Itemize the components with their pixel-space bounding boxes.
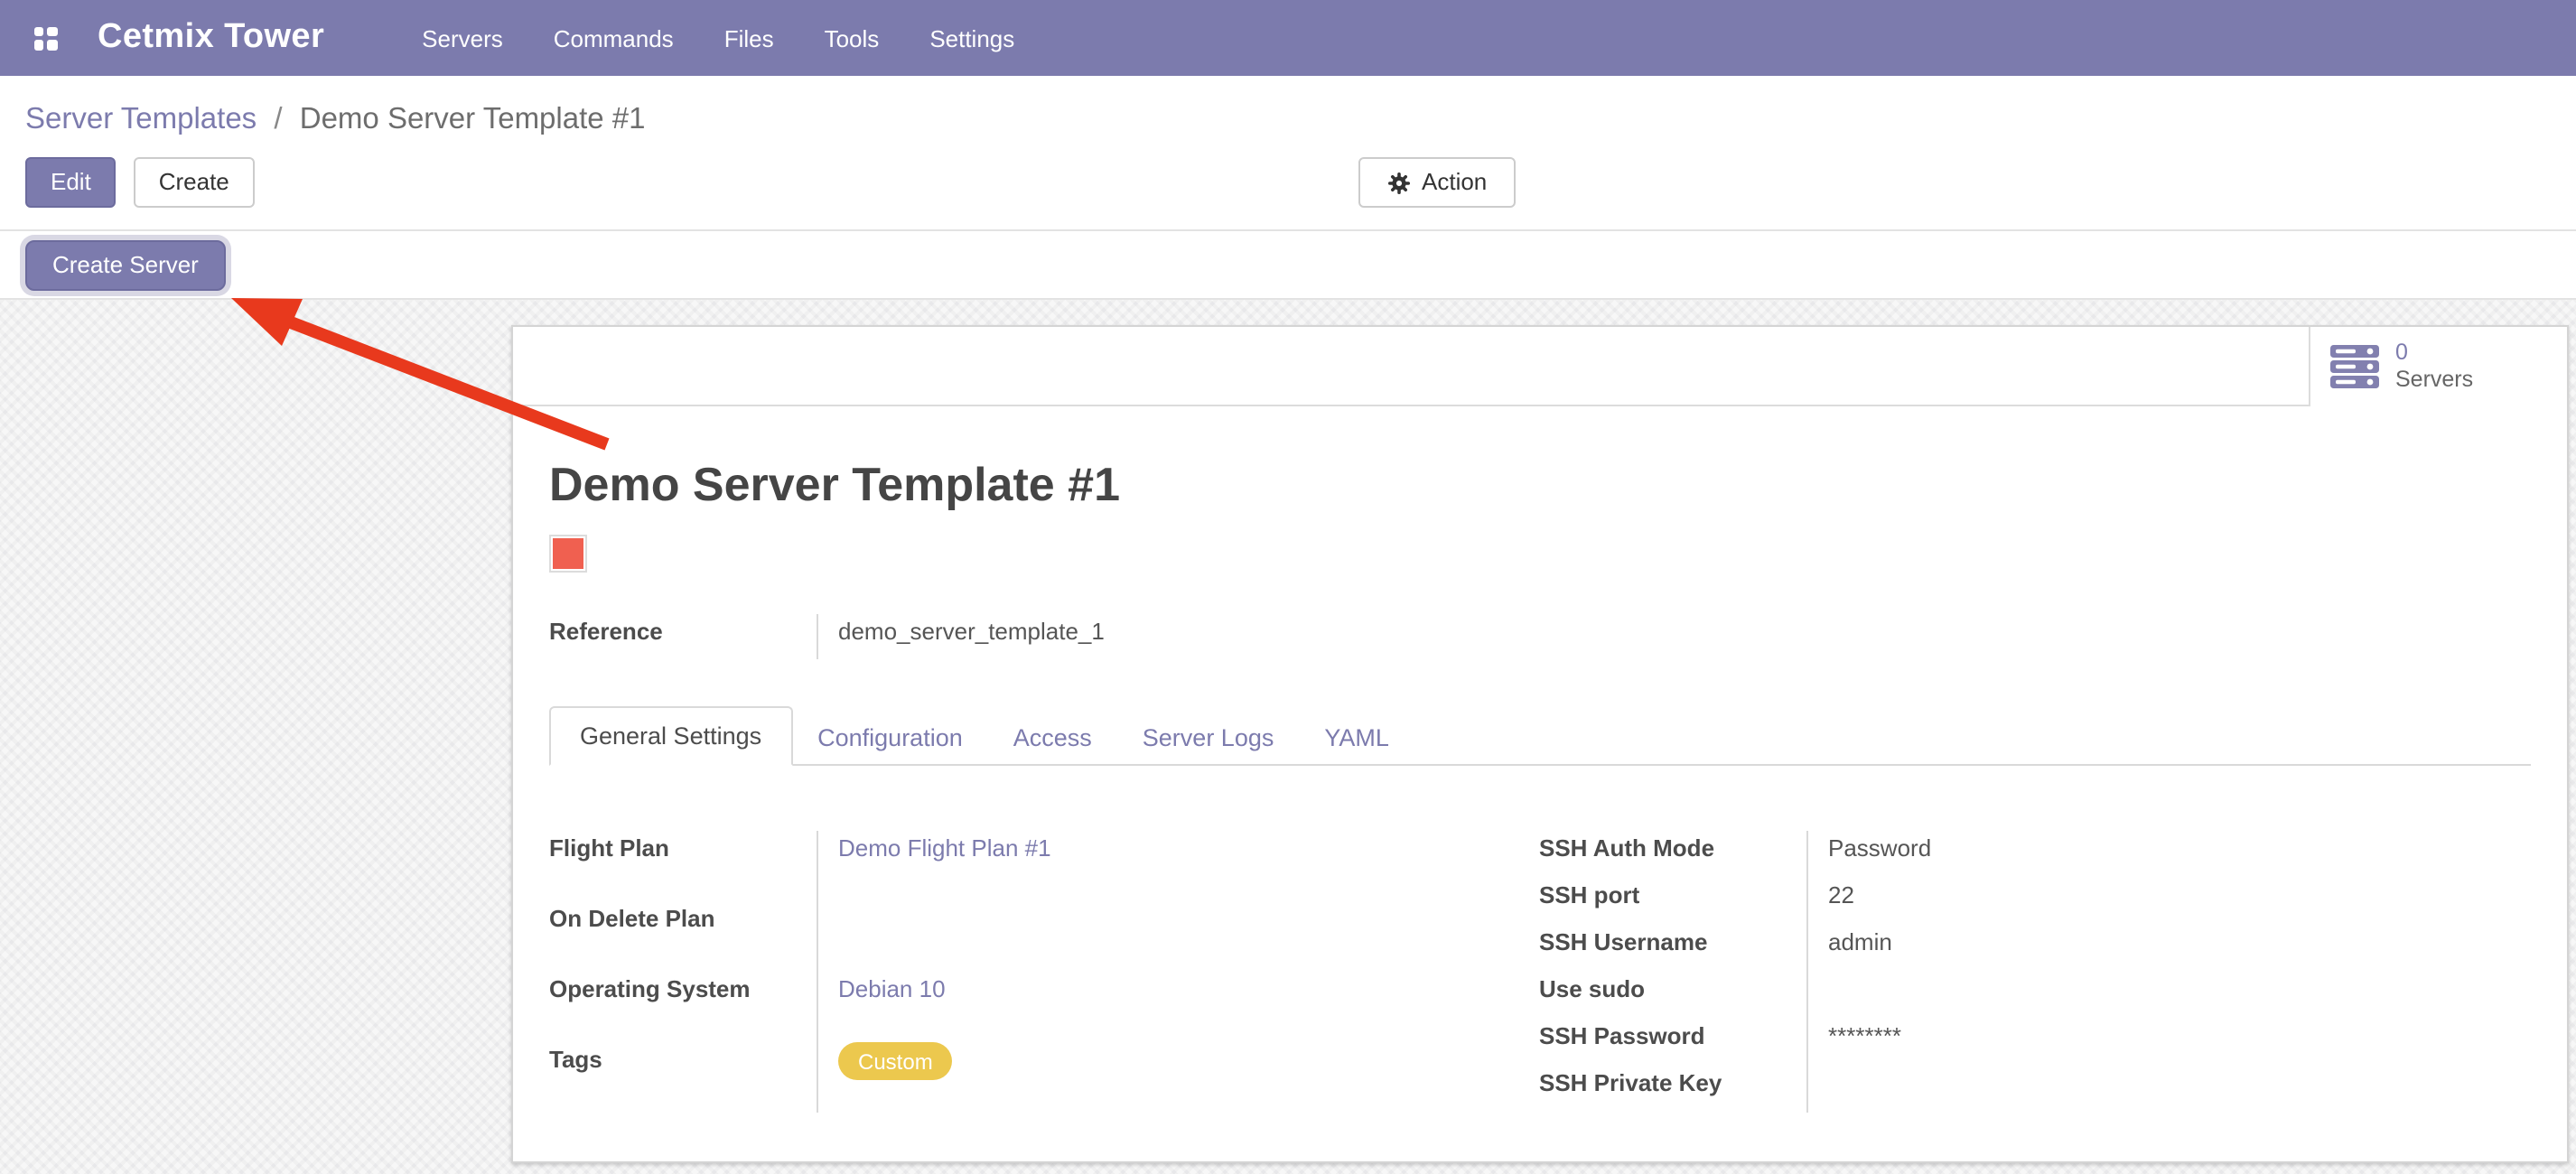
breadcrumb-parent-link[interactable]: Server Templates [25,103,257,135]
field-value-ssh-port: 22 [1806,878,2529,925]
field-groups: Flight Plan Demo Flight Plan #1 On Delet… [549,831,2531,1113]
app-brand[interactable]: Cetmix Tower [98,18,324,58]
operating-system-link[interactable]: Debian 10 [838,975,946,1002]
field-label-on-delete-plan: On Delete Plan [549,901,817,972]
notebook-tabs: General Settings Configuration Access Se… [549,706,2531,766]
apps-grid-icon [33,26,57,50]
servers-stack-icon [2330,345,2379,388]
create-server-button[interactable]: Create Server [25,239,226,290]
field-value-ssh-password: ******** [1806,1019,2529,1066]
field-label-tags: Tags [549,1042,817,1113]
field-label-ssh-port: SSH port [1539,878,1806,925]
create-server-band: Create Server [0,231,2576,300]
breadcrumb: Server Templates / Demo Server Template … [0,76,2576,139]
tab-general-settings[interactable]: General Settings [549,706,792,766]
stat-count: 0 [2395,340,2473,367]
gear-icon [1387,171,1411,194]
action-button[interactable]: Action [1358,157,1516,208]
field-value-use-sudo [1806,972,2529,1019]
tab-yaml[interactable]: YAML [1299,710,1414,766]
app-root: Cetmix Tower Servers Commands Files Tool… [0,0,2576,1174]
reference-field-label: Reference [549,614,817,659]
tab-server-logs[interactable]: Server Logs [1117,710,1300,766]
action-button-label: Action [1422,168,1487,197]
control-panel: Server Templates / Demo Server Template … [0,76,2576,231]
field-label-ssh-auth-mode: SSH Auth Mode [1539,831,1806,878]
menu-item-settings[interactable]: Settings [904,3,1040,73]
apps-menu-button[interactable] [18,11,72,65]
tab-configuration[interactable]: Configuration [792,710,988,766]
control-panel-buttons: Edit Create Action [0,157,2576,208]
field-label-ssh-password: SSH Password [1539,1019,1806,1066]
tab-access[interactable]: Access [988,710,1117,766]
field-group-right: SSH Auth Mode Password SSH port 22 SSH U… [1539,831,2529,1113]
record-title: Demo Server Template #1 [549,457,2531,513]
top-navbar: Cetmix Tower Servers Commands Files Tool… [0,0,2576,76]
color-swatch [549,535,587,573]
field-value-ssh-auth-mode: Password [1806,831,2529,878]
field-label-flight-plan: Flight Plan [549,831,817,901]
create-button[interactable]: Create [134,157,255,208]
field-label-ssh-username: SSH Username [1539,925,1806,972]
menu-item-servers[interactable]: Servers [397,3,528,73]
field-label-use-sudo: Use sudo [1539,972,1806,1019]
flight-plan-link[interactable]: Demo Flight Plan #1 [838,834,1051,862]
form-view-background: 0 Servers Demo Server Template #1 Refere… [0,300,2576,1174]
reference-field-row: Reference demo_server_template_1 [549,614,2531,659]
field-value-operating-system: Debian 10 [817,972,1539,1042]
field-value-flight-plan: Demo Flight Plan #1 [817,831,1539,901]
servers-stat-button[interactable]: 0 Servers [2309,327,2567,406]
field-label-ssh-private-key: SSH Private Key [1539,1066,1806,1113]
field-value-tags: Custom [817,1042,1539,1113]
edit-button[interactable]: Edit [25,157,117,208]
field-value-ssh-private-key [1806,1066,2529,1113]
form-sheet: 0 Servers Demo Server Template #1 Refere… [511,325,2569,1163]
menu-item-files[interactable]: Files [699,3,799,73]
breadcrumb-current: Demo Server Template #1 [300,103,646,135]
field-value-ssh-username: admin [1806,925,2529,972]
menu-item-commands[interactable]: Commands [528,3,699,73]
main-menu: Servers Commands Files Tools Settings [397,3,1040,73]
field-label-operating-system: Operating System [549,972,817,1042]
sheet-body: Demo Server Template #1 Reference demo_s… [513,457,2567,1113]
breadcrumb-separator: / [274,103,282,135]
field-group-left: Flight Plan Demo Flight Plan #1 On Delet… [549,831,1539,1113]
menu-item-tools[interactable]: Tools [799,3,905,73]
stat-button-box: 0 Servers [513,327,2567,406]
reference-field-value: demo_server_template_1 [817,614,1105,659]
field-value-on-delete-plan [817,901,1539,972]
stat-label: Servers [2395,367,2473,394]
tag-badge-custom: Custom [838,1042,953,1080]
